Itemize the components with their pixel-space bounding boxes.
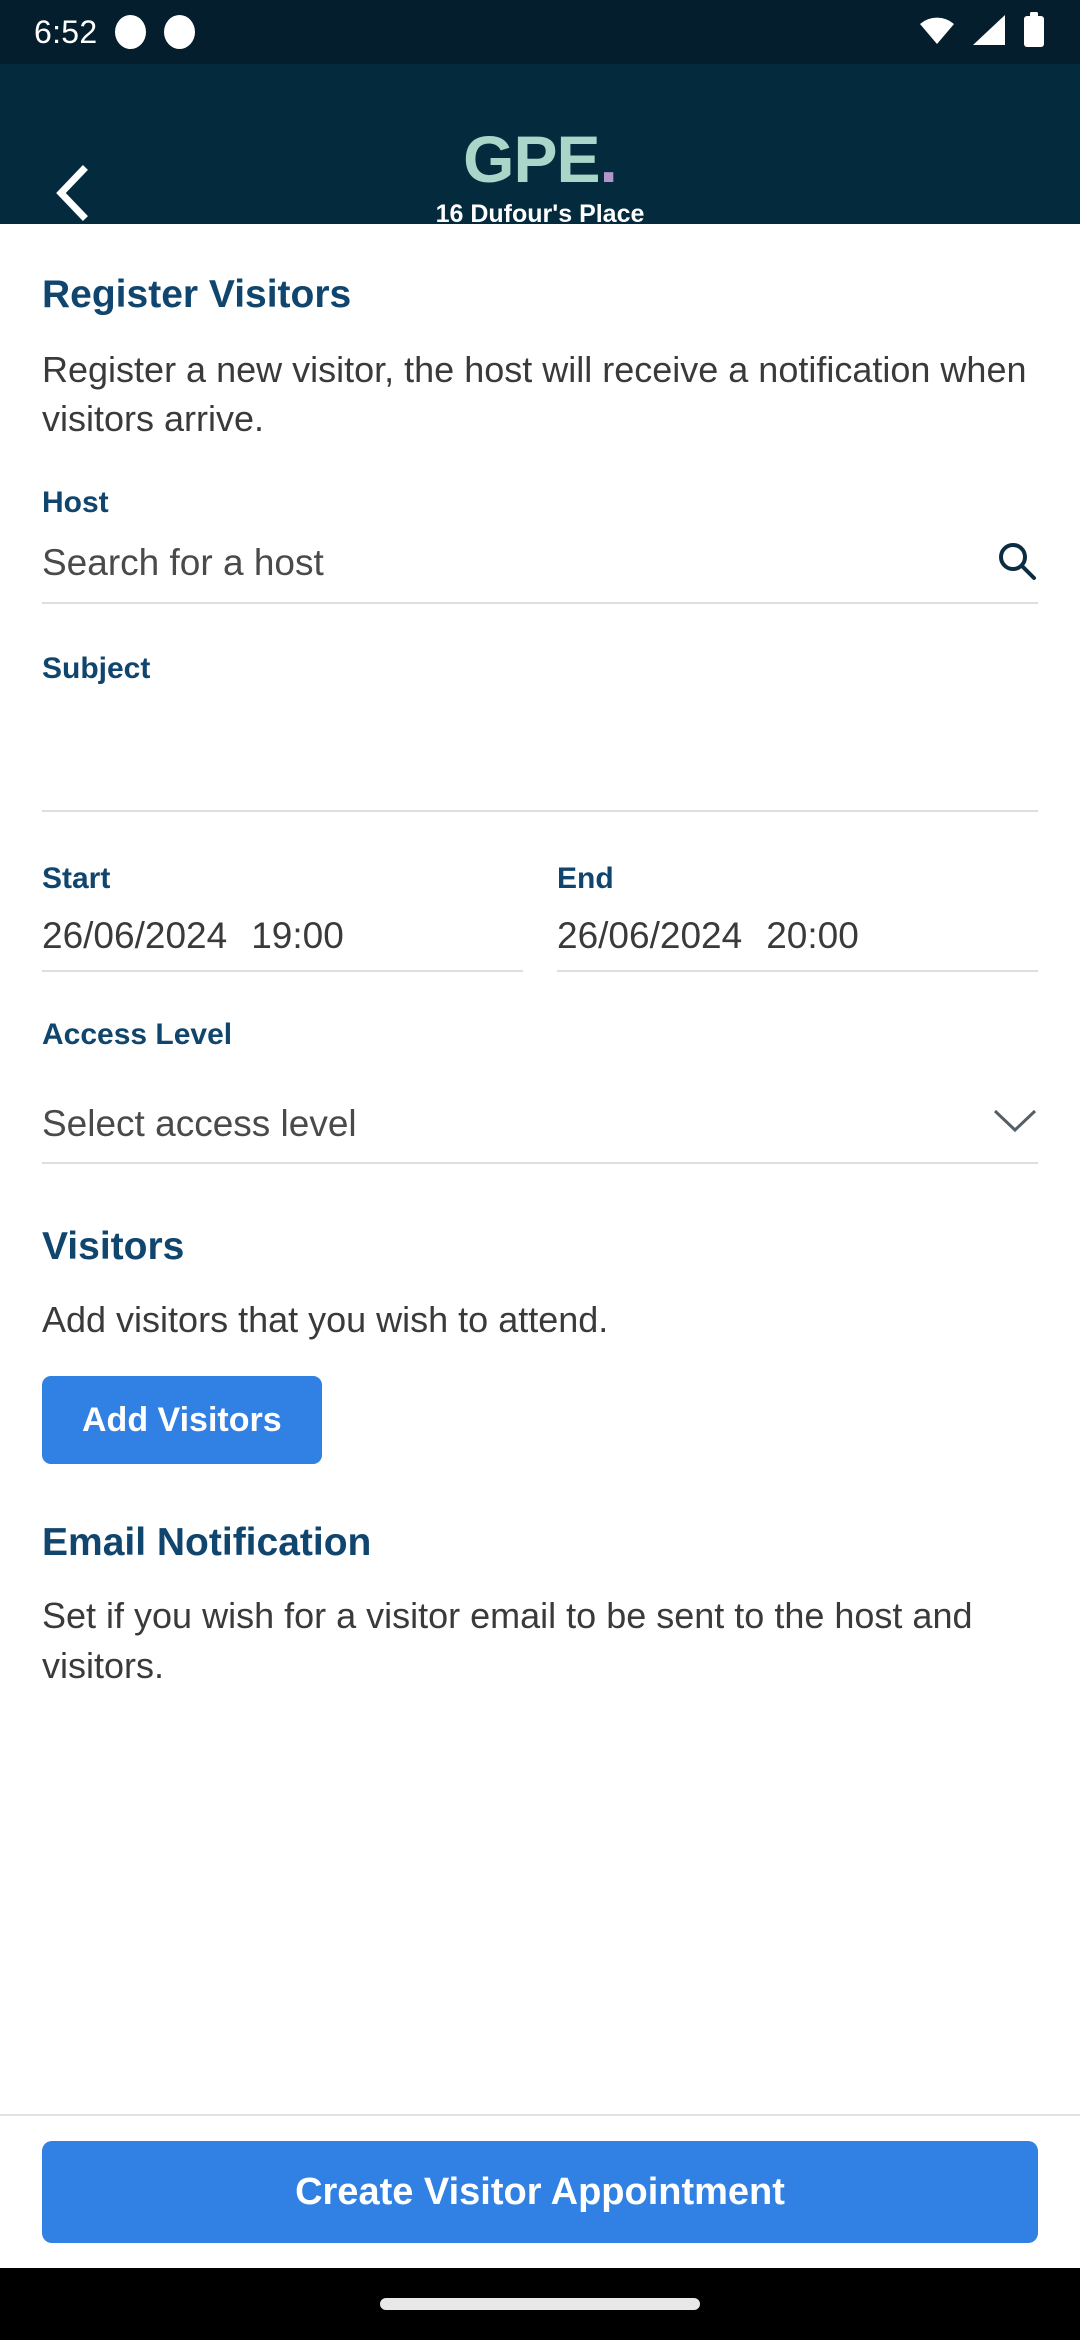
cellular-signal-icon [971, 14, 1007, 51]
email-notification-section: Email Notification Set if you wish for a… [42, 1522, 1038, 1690]
status-bar: 6:52 [0, 0, 1080, 64]
form-content: Register Visitors Register a new visitor… [0, 224, 1080, 2114]
search-icon[interactable] [996, 540, 1038, 584]
end-datetime-input[interactable]: 26/06/2024 20:00 [557, 915, 1038, 973]
battery-icon [1022, 11, 1046, 53]
notification-dot-icon [115, 15, 147, 49]
end-datetime-group: End 26/06/2024 20:00 [557, 861, 1038, 973]
site-name: 16 Dufour's Place [435, 200, 645, 228]
subject-input[interactable] [42, 730, 1038, 812]
status-bar-clock: 6:52 [34, 14, 98, 50]
access-level-label: Access Level [42, 1018, 233, 1052]
start-time-value[interactable]: 19:00 [251, 915, 344, 957]
create-visitor-appointment-button[interactable]: Create Visitor Appointment [42, 2141, 1038, 2243]
status-bar-left: 6:52 [34, 14, 196, 50]
subject-label: Subject [42, 651, 151, 685]
brand-logo-dot: . [599, 122, 618, 196]
datetime-row: Start 26/06/2024 19:00 End 26/06/2024 20… [42, 861, 1038, 973]
end-date-value[interactable]: 26/06/2024 [557, 915, 742, 957]
header-branding: GPE. 16 Dufour's Place [0, 126, 1080, 227]
brand-logo-text: GPE [463, 122, 600, 196]
host-field-group: Host Search for a host [42, 485, 1038, 604]
host-input-placeholder: Search for a host [42, 541, 324, 583]
system-navigation-bar [0, 2268, 1080, 2340]
access-level-placeholder: Select access level [42, 1102, 357, 1144]
notification-dot-icon [164, 15, 196, 49]
subject-field-group: Subject [42, 651, 1038, 812]
add-visitors-button[interactable]: Add Visitors [42, 1376, 322, 1465]
end-time-value[interactable]: 20:00 [766, 915, 859, 957]
start-label: Start [42, 861, 111, 895]
phone-screen: 6:52 GPE. 16 Dufour's Place Register Vis… [0, 0, 1080, 2340]
page-description: Register a new visitor, the host will re… [42, 348, 1027, 440]
start-datetime-input[interactable]: 26/06/2024 19:00 [42, 915, 523, 973]
start-datetime-group: Start 26/06/2024 19:00 [42, 861, 523, 973]
access-level-select[interactable]: Select access level [42, 1076, 1038, 1165]
back-button[interactable] [38, 160, 108, 230]
email-notification-title: Email Notification [42, 1521, 372, 1565]
chevron-down-icon[interactable] [992, 1108, 1038, 1144]
register-visitors-intro: Register Visitors Register a new visitor… [42, 224, 1038, 444]
email-notification-description: Set if you wish for a visitor email to b… [42, 1595, 973, 1686]
end-label: End [557, 861, 614, 895]
host-label: Host [42, 485, 109, 519]
visitors-section: Visitors Add visitors that you wish to a… [42, 1225, 1038, 1465]
app-header: GPE. 16 Dufour's Place [0, 64, 1080, 227]
wifi-icon [918, 15, 956, 50]
visitors-description: Add visitors that you wish to attend. [42, 1299, 609, 1341]
visitors-title: Visitors [42, 1225, 185, 1269]
page-title: Register Visitors [42, 273, 352, 316]
access-level-field-group: Access Level Select access level [42, 1018, 1038, 1165]
start-date-value[interactable]: 26/06/2024 [42, 915, 227, 957]
chevron-left-icon [53, 164, 93, 227]
brand-logo: GPE. [0, 126, 1080, 192]
home-gesture-pill[interactable] [380, 2298, 700, 2310]
status-bar-right [918, 11, 1046, 53]
footer-action-bar: Create Visitor Appointment [0, 2114, 1080, 2268]
host-search-input[interactable]: Search for a host [42, 518, 1038, 604]
